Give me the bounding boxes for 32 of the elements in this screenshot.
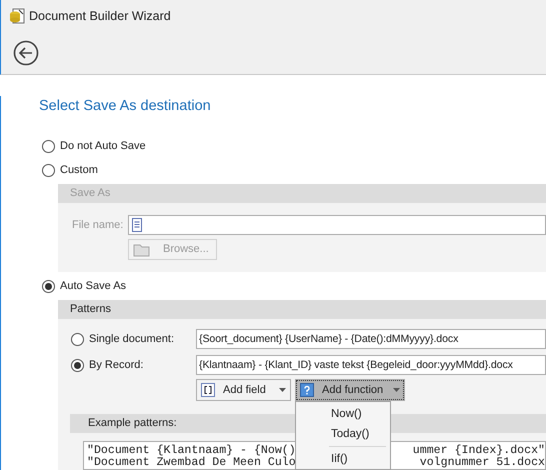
field-label: File name: (72, 218, 124, 233)
page-heading: Select Save As destination (39, 97, 212, 116)
example-text: "Document Zwembad De Meen Culo (87, 457, 296, 469)
option-label: Single document: (89, 332, 174, 347)
example-text: ummer {Index}.docx" (412, 445, 545, 457)
option-label: Auto Save As (60, 278, 126, 294)
example-text: volgnummer 51.docx (420, 457, 545, 469)
help-icon (300, 383, 314, 397)
brackets-icon (201, 383, 215, 397)
radio-button[interactable] (71, 358, 84, 372)
add-function-button[interactable]: Add function (295, 379, 405, 401)
back-icon[interactable] (13, 40, 39, 66)
option-label: Do not Auto Save (60, 138, 146, 154)
app-icon (9, 8, 25, 24)
option-label: By Record: (89, 358, 144, 373)
pattern-field[interactable]: {Soort_document} {UserName} - {Date():dMMyyyy}.docx (196, 329, 546, 349)
panel-header: Save As (58, 184, 546, 203)
caret-icon (279, 388, 286, 392)
menu-item[interactable]: Iif() (296, 449, 390, 469)
add-field-button[interactable]: Add field (196, 379, 291, 401)
caret-icon (393, 388, 400, 392)
pattern-field[interactable]: {Klantnaam} - {Klant_ID} vaste tekst {Begeleid_door:yyyMMdd}.docx (196, 355, 546, 375)
radio-button[interactable] (42, 140, 55, 152)
document-icon (131, 218, 143, 232)
radio-button[interactable] (42, 280, 55, 292)
panel-header: Patterns (58, 300, 546, 319)
window-title: Document Builder Wizard (29, 8, 171, 25)
folder-icon (133, 242, 151, 256)
radio-button[interactable] (71, 332, 84, 346)
option-label: Custom (60, 162, 98, 178)
radio-button[interactable] (42, 164, 55, 176)
example-text: "Document {Klantnaam} - {Now() (87, 445, 296, 457)
